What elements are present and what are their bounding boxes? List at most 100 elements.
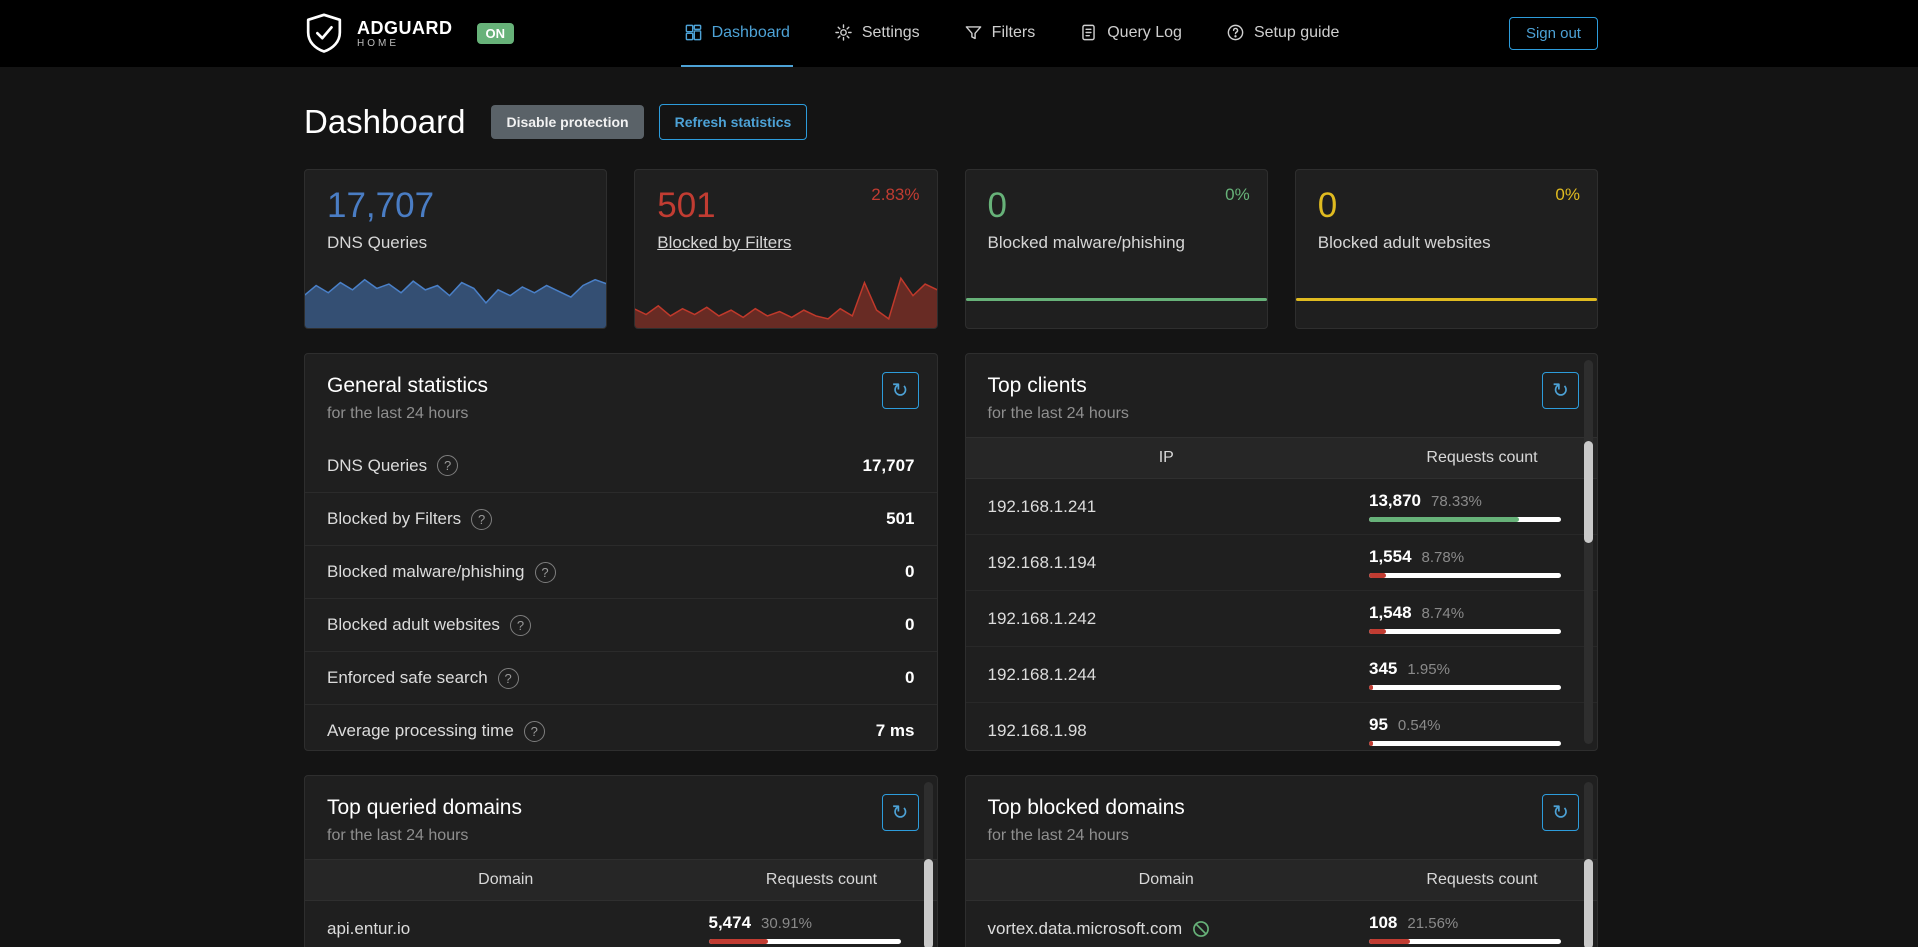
brand[interactable]: ADGUARD HOME ON	[304, 12, 514, 56]
progress-bar	[1369, 629, 1561, 634]
table-row: 192.168.1.194 1,554 8.78%	[966, 535, 1598, 591]
progress-fill	[1369, 939, 1410, 944]
help-icon[interactable]: ?	[510, 615, 531, 636]
gear-icon	[834, 23, 853, 42]
middle-cards-row: ↻ General statistics for the last 24 hou…	[304, 353, 1598, 751]
nav-item-label: Query Log	[1107, 24, 1182, 42]
scrollbar-thumb[interactable]	[1584, 859, 1593, 947]
stat-percent: 2.83%	[871, 185, 919, 205]
requests-percent: 78.33%	[1431, 493, 1482, 510]
top-queried-table: api.entur.io5,47430.91%	[305, 901, 937, 947]
progress-fill	[1369, 685, 1373, 690]
table-row: 192.168.1.2421,5488.74%	[966, 591, 1598, 647]
scrollbar-thumb[interactable]	[1584, 441, 1593, 543]
table-header: Domain Requests count	[966, 859, 1598, 901]
card-title: General statistics	[327, 374, 915, 398]
requests-percent: 8.78%	[1422, 549, 1465, 566]
progress-fill	[1369, 517, 1519, 522]
ip-text: 192.168.1.194	[988, 553, 1097, 573]
stat-row-label: Enforced safe search	[327, 668, 488, 688]
help-icon[interactable]: ?	[437, 455, 458, 476]
refresh-icon: ↻	[1552, 381, 1569, 401]
nav-item-query-log[interactable]: Query Log	[1076, 0, 1185, 67]
requests-count: 13,870	[1369, 491, 1421, 511]
table-row: 192.168.1.2443451.95%	[966, 647, 1598, 703]
stat-row: DNS Queries?17,707	[305, 439, 937, 492]
stat-row-value: 501	[886, 509, 914, 529]
progress-bar	[1369, 517, 1561, 522]
requests-percent: 21.56%	[1407, 915, 1458, 932]
disable-protection-button[interactable]: Disable protection	[491, 105, 643, 139]
refresh-button[interactable]: ↻	[882, 794, 919, 831]
bottom-cards-row: ↻ Top queried domains for the last 24 ho…	[304, 775, 1598, 947]
stat-card-blocked-adult: 0% 0 Blocked adult websites	[1295, 169, 1598, 329]
blocked-by-filters-link[interactable]: Blocked by Filters	[657, 233, 791, 253]
requests-count: 1,548	[1369, 603, 1412, 623]
refresh-button[interactable]: ↻	[1542, 794, 1579, 831]
stat-label: Blocked malware/phishing	[988, 233, 1186, 253]
stat-row: Blocked malware/phishing?0	[305, 545, 937, 598]
page-title: Dashboard	[304, 103, 465, 141]
progress-fill	[709, 939, 768, 944]
ip-text: 192.168.1.244	[988, 665, 1097, 685]
dashboard-icon	[684, 23, 703, 42]
top-queried-domains-card: ↻ Top queried domains for the last 24 ho…	[304, 775, 938, 947]
nav-item-label: Dashboard	[712, 24, 790, 42]
stat-card-blocked-malware: 0% 0 Blocked malware/phishing	[965, 169, 1268, 329]
refresh-button[interactable]: ↻	[882, 372, 919, 409]
nav-item-filters[interactable]: Filters	[961, 0, 1039, 67]
progress-bar	[1369, 573, 1561, 578]
requests-count: 95	[1369, 715, 1388, 735]
help-icon[interactable]: ?	[524, 721, 545, 742]
top-clients-card: ↻ Top clients for the last 24 hours IP R…	[965, 353, 1599, 751]
help-icon[interactable]: ?	[471, 509, 492, 530]
brand-subname: HOME	[357, 38, 453, 49]
card-subtitle: for the last 24 hours	[327, 405, 915, 423]
stat-label: Blocked adult websites	[1318, 233, 1491, 253]
requests-percent: 8.74%	[1422, 605, 1465, 622]
refresh-icon: ↻	[892, 381, 909, 401]
requests-count: 5,474	[709, 913, 752, 933]
brand-name: ADGUARD	[357, 18, 453, 39]
scrollbar-thumb[interactable]	[924, 859, 933, 947]
stat-row-label: DNS Queries	[327, 456, 427, 476]
log-icon	[1079, 23, 1098, 42]
progress-fill	[1369, 629, 1386, 634]
refresh-button[interactable]: ↻	[1542, 372, 1579, 409]
table-row: 192.168.1.98950.54%	[966, 703, 1598, 751]
top-clients-table: 192.168.1.24113,87078.33%192.168.1.1941,…	[966, 479, 1598, 751]
scrollbar[interactable]	[1584, 360, 1593, 744]
progress-bar	[709, 939, 901, 944]
main-content: Dashboard Disable protection Refresh sta…	[304, 101, 1598, 947]
sign-out-button[interactable]: Sign out	[1509, 17, 1598, 50]
table-row: api.entur.io5,47430.91%	[305, 901, 937, 947]
requests-percent: 0.54%	[1398, 717, 1441, 734]
malware-flatline-chart	[966, 298, 1267, 301]
stat-label: DNS Queries	[327, 233, 427, 253]
protection-status-badge: ON	[477, 23, 515, 44]
help-icon[interactable]: ?	[535, 562, 556, 583]
table-header: IP Requests count	[966, 437, 1598, 479]
nav-item-setup-guide[interactable]: Setup guide	[1223, 0, 1342, 67]
card-subtitle: for the last 24 hours	[988, 405, 1576, 423]
progress-bar	[1369, 685, 1561, 690]
domain-text: api.entur.io	[327, 919, 410, 939]
scrollbar[interactable]	[1584, 782, 1593, 947]
tracker-icon	[1191, 919, 1211, 939]
help-icon[interactable]: ?	[498, 668, 519, 689]
scrollbar[interactable]	[924, 782, 933, 947]
nav-item-settings[interactable]: Settings	[831, 0, 923, 67]
column-header-requests-count: Requests count	[1367, 871, 1597, 889]
stat-row-label: Average processing time	[327, 721, 514, 741]
card-title: Top clients	[988, 374, 1576, 398]
domain-text: vortex.data.microsoft.com	[988, 919, 1183, 939]
column-header-requests-count: Requests count	[707, 871, 937, 889]
refresh-statistics-button[interactable]: Refresh statistics	[659, 104, 808, 140]
column-header-ip: IP	[966, 449, 1368, 467]
requests-count: 1,554	[1369, 547, 1412, 567]
nav-item-dashboard[interactable]: Dashboard	[681, 0, 793, 67]
stat-row-label: Blocked by Filters	[327, 509, 461, 529]
stat-card-dns-queries: 17,707 DNS Queries	[304, 169, 607, 329]
nav-item-label: Filters	[992, 24, 1036, 42]
blocked-filters-sparkline	[634, 271, 937, 329]
